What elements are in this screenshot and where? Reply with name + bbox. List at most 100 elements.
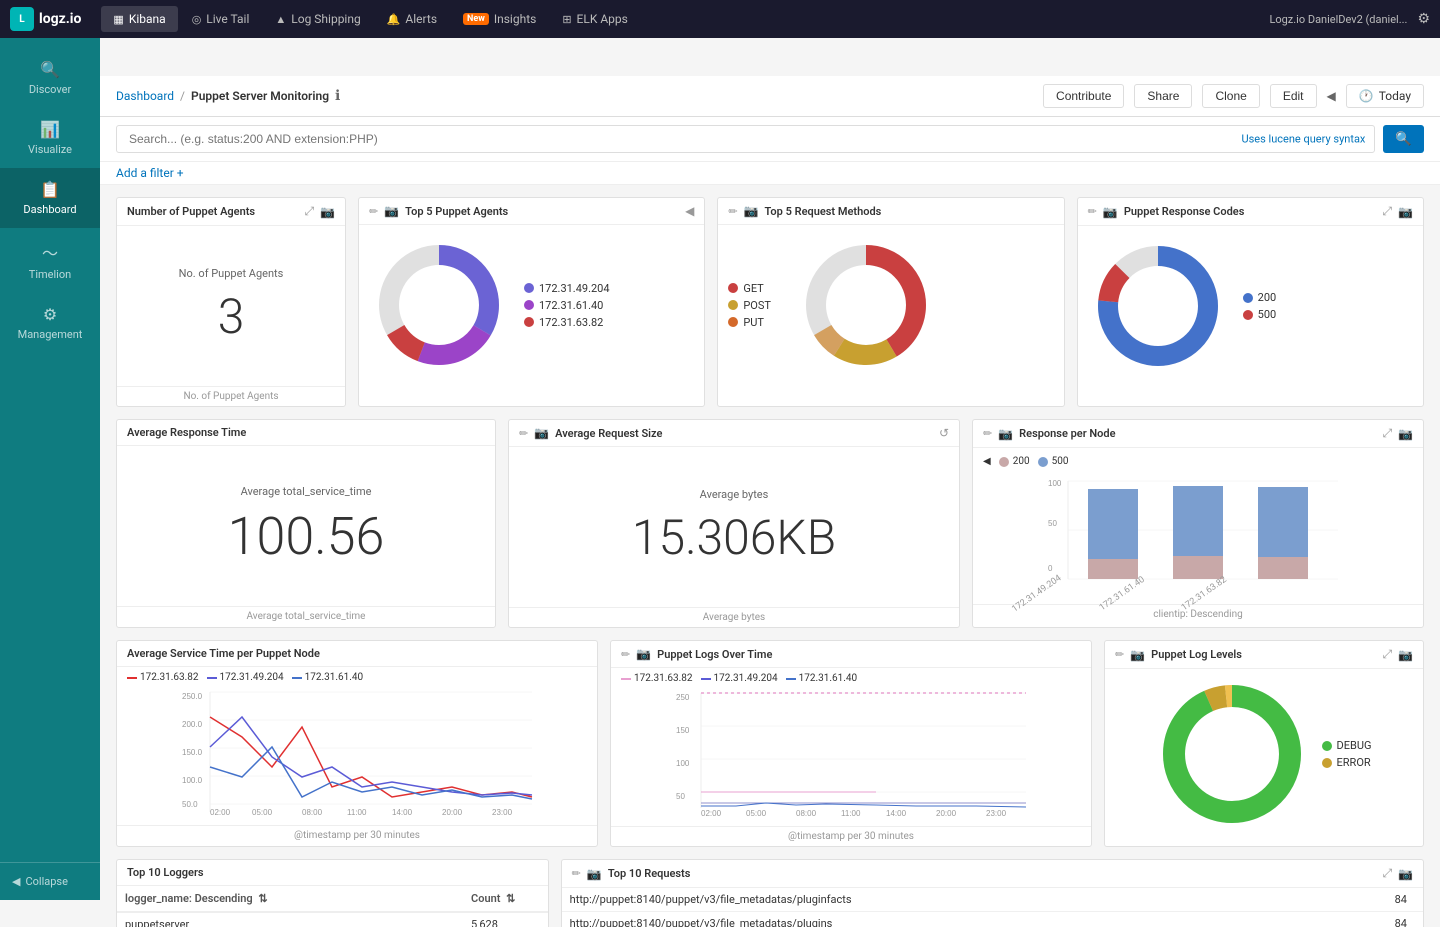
nav-livetail[interactable]: ◎ Live Tail: [180, 6, 262, 32]
top-navigation: L logz.io ▦ Kibana ◎ Live Tail ▲ Log Shi…: [0, 0, 1440, 38]
settings-icon[interactable]: ⚙: [1417, 11, 1430, 27]
panel-puppet-agents-footer: No. of Puppet Agents: [117, 386, 345, 406]
edit-pencil2-icon[interactable]: ✏: [728, 205, 737, 218]
logs-line-2: [701, 803, 1026, 807]
camera8-icon: 📷: [636, 647, 651, 661]
puppet-logs-svg: 250 150 100 50 02:00: [621, 688, 1081, 818]
logger-count-0: 5,628: [463, 912, 548, 927]
legend-item-2: 172.31.63.82: [524, 316, 610, 329]
expand2-icon[interactable]: ⤢: [1382, 204, 1392, 219]
left-arrow-icon[interactable]: ◀: [685, 204, 694, 218]
loggers-col-name[interactable]: logger_name: Descending ⇅: [117, 886, 463, 912]
panel-avg-request-size-title: Average Request Size: [555, 427, 662, 440]
sort-icon-count[interactable]: ⇅: [506, 892, 515, 905]
main-content: Dashboard / Puppet Server Monitoring ℹ C…: [100, 76, 1440, 927]
collapse-icon: ◀: [12, 875, 20, 888]
svg-text:02:00: 02:00: [701, 809, 722, 818]
service-line-2: [210, 747, 532, 799]
node-legend-1-dot: [1038, 457, 1048, 467]
edit-pencil3-icon[interactable]: ✏: [1088, 205, 1097, 218]
loggers-col-count[interactable]: Count ⇅: [463, 886, 548, 912]
sort-icon-name[interactable]: ⇅: [258, 892, 267, 905]
row-4: Top 10 Loggers logger_name: Descending ⇅: [116, 859, 1424, 927]
sidebar-collapse-button[interactable]: ◀ Collapse: [0, 862, 100, 900]
avg-request-size-value: 15.306KB: [632, 509, 836, 566]
expand-icon[interactable]: ⤢: [304, 204, 314, 219]
livetail-icon: ◎: [192, 13, 202, 26]
edit-pencil-icon[interactable]: ✏: [369, 205, 378, 218]
svg-text:100.0: 100.0: [182, 776, 203, 785]
nav-logshipping[interactable]: ▲ Log Shipping: [263, 6, 372, 32]
panel-avg-response-header: Average Response Time: [117, 420, 495, 446]
refresh-icon[interactable]: ↺: [939, 426, 949, 440]
edit-button[interactable]: Edit: [1270, 84, 1317, 108]
log-level-legend-0: DEBUG: [1322, 739, 1372, 752]
response-per-node-legend: ◀ 200 500: [983, 456, 1413, 467]
req-count-1: 84: [1342, 912, 1423, 927]
date-picker[interactable]: 🕐 Today: [1346, 84, 1424, 108]
svg-text:20:00: 20:00: [442, 808, 463, 817]
panel-puppet-logs-title: Puppet Logs Over Time: [657, 648, 772, 661]
clone-button[interactable]: Clone: [1202, 84, 1259, 108]
panel-avg-response-title: Average Response Time: [127, 426, 246, 439]
prev-icon[interactable]: ◀: [1327, 89, 1336, 103]
search-input[interactable]: [116, 125, 1375, 153]
avg-response-value: 100.56: [228, 506, 385, 567]
svg-text:0: 0: [1048, 564, 1053, 573]
nav-alerts[interactable]: 🔔 Alerts: [375, 6, 449, 32]
edit6-icon[interactable]: ✏: [621, 648, 630, 661]
top10-loggers-table: logger_name: Descending ⇅ Count ⇅: [117, 886, 548, 927]
lucene-hint[interactable]: Uses lucene query syntax: [1241, 133, 1365, 146]
sidebar-item-discover[interactable]: 🔍 Discover: [0, 48, 100, 108]
user-label[interactable]: Logz.io DanielDev2 (daniel...: [1269, 13, 1407, 26]
panel-top10-requests-title: Top 10 Requests: [608, 867, 691, 880]
expand5-icon[interactable]: ⤢: [1382, 866, 1392, 881]
logo[interactable]: L logz.io: [10, 7, 81, 31]
expand4-icon[interactable]: ⤢: [1382, 647, 1392, 662]
response-per-node-chart: ◀ 200 500 100 50 0: [973, 448, 1423, 604]
info-icon[interactable]: ℹ: [335, 88, 340, 104]
sidebar-item-timelion[interactable]: 〜 Timelion: [0, 228, 100, 293]
sidebar-item-management[interactable]: ⚙ Management: [0, 293, 100, 353]
edit5-icon[interactable]: ✏: [983, 427, 992, 440]
avg-service-legend: 172.31.63.82 172.31.49.204 172.31.61.40: [127, 672, 587, 683]
method-legend-0: GET: [728, 282, 771, 295]
svg-text:100: 100: [676, 759, 690, 768]
svg-text:100: 100: [1048, 479, 1062, 488]
svg-text:05:00: 05:00: [252, 808, 273, 817]
panel-top5-agents-title: Top 5 Puppet Agents: [405, 205, 508, 218]
share-button[interactable]: Share: [1134, 84, 1192, 108]
camera9-icon: 📷: [1130, 648, 1145, 662]
panel-avg-service-per-node: Average Service Time per Puppet Node 172…: [116, 640, 598, 847]
response-per-node-footer: clientip: Descending: [973, 604, 1423, 624]
nav-elkapps[interactable]: ⊞ ELK Apps: [550, 6, 640, 32]
left-nav-icon[interactable]: ◀: [983, 456, 991, 467]
nav-kibana[interactable]: ▦ Kibana: [101, 6, 177, 32]
edit8-icon[interactable]: ✏: [572, 867, 581, 880]
panel-puppet-log-levels-title: Puppet Log Levels: [1151, 648, 1242, 661]
panel-puppet-agents-title: Number of Puppet Agents: [127, 205, 255, 218]
puppet-logs-legend: 172.31.63.82 172.31.49.204 172.31.61.40: [621, 673, 1081, 684]
logger-name-0: puppetserver: [117, 912, 463, 927]
add-filter-button[interactable]: Add a filter +: [116, 162, 184, 184]
svg-text:05:00: 05:00: [746, 809, 767, 818]
panel-puppet-log-levels-header: ✏ 📷 Puppet Log Levels ⤢ 📷: [1105, 641, 1423, 669]
search-button[interactable]: 🔍: [1383, 125, 1424, 153]
camera5-icon: 📷: [534, 426, 549, 440]
top10-requests-table-wrap: http://puppet:8140/puppet/v3/file_metada…: [562, 888, 1423, 927]
sidebar-item-dashboard[interactable]: 📋 Dashboard: [0, 168, 100, 228]
breadcrumb-home[interactable]: Dashboard: [116, 89, 174, 103]
bar-200-0: [1088, 559, 1138, 579]
log-level-dot-0: [1322, 741, 1332, 751]
service-legend-0-line: [127, 677, 137, 679]
sidebar-item-visualize[interactable]: 📊 Visualize: [0, 108, 100, 168]
logs-legend-0-line: [621, 678, 631, 680]
edit7-icon[interactable]: ✏: [1115, 648, 1124, 661]
dashboard-icon: 📋: [40, 180, 60, 199]
panel-top10-loggers-title: Top 10 Loggers: [127, 866, 204, 879]
expand3-icon[interactable]: ⤢: [1382, 426, 1392, 441]
node-legend-0-dot: [999, 457, 1009, 467]
nav-insights[interactable]: New Insights: [451, 6, 548, 32]
contribute-button[interactable]: Contribute: [1043, 84, 1124, 108]
edit4-icon[interactable]: ✏: [519, 427, 528, 440]
